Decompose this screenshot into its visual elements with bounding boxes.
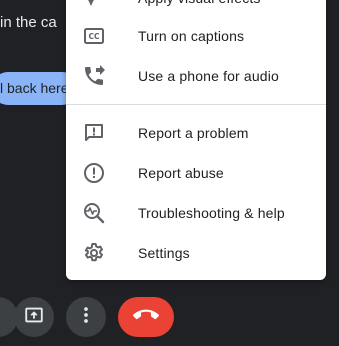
menu-item-label: Turn on captions	[138, 28, 245, 44]
meeting-caption-fragment: in the ca	[0, 14, 57, 31]
menu-item-troubleshooting[interactable]: Troubleshooting & help	[66, 193, 326, 233]
menu-item-captions[interactable]: CC Turn on captions	[66, 16, 326, 56]
menu-item-report-problem[interactable]: Report a problem	[66, 113, 326, 153]
troubleshoot-icon	[82, 201, 106, 225]
feedback-icon	[82, 121, 106, 145]
closed-captions-icon: CC	[82, 24, 106, 48]
phone-forward-icon	[82, 64, 106, 88]
more-options-button[interactable]	[66, 297, 106, 337]
sparkle-icon	[82, 0, 106, 10]
menu-divider	[66, 104, 326, 105]
menu-item-phone-audio[interactable]: Use a phone for audio	[66, 56, 326, 96]
report-icon	[82, 161, 106, 185]
more-options-menu: Apply visual effects CC Turn on captions…	[66, 0, 326, 280]
call-end-icon	[133, 302, 159, 333]
more-vert-icon	[75, 304, 97, 331]
present-button[interactable]	[14, 297, 54, 337]
menu-item-label: Settings	[138, 245, 190, 261]
menu-item-label: Use a phone for audio	[138, 68, 279, 84]
end-call-button[interactable]	[118, 297, 174, 337]
menu-item-label: Report abuse	[138, 165, 224, 181]
menu-item-label: Report a problem	[138, 125, 249, 141]
menu-item-label: Troubleshooting & help	[138, 205, 285, 221]
gear-icon	[82, 241, 106, 265]
meeting-stage: in the ca l back here Apply visual effec…	[0, 0, 339, 346]
present-screen-icon	[23, 304, 45, 331]
menu-item-report-abuse[interactable]: Report abuse	[66, 153, 326, 193]
svg-text:CC: CC	[88, 32, 100, 41]
menu-item-settings[interactable]: Settings	[66, 233, 326, 273]
